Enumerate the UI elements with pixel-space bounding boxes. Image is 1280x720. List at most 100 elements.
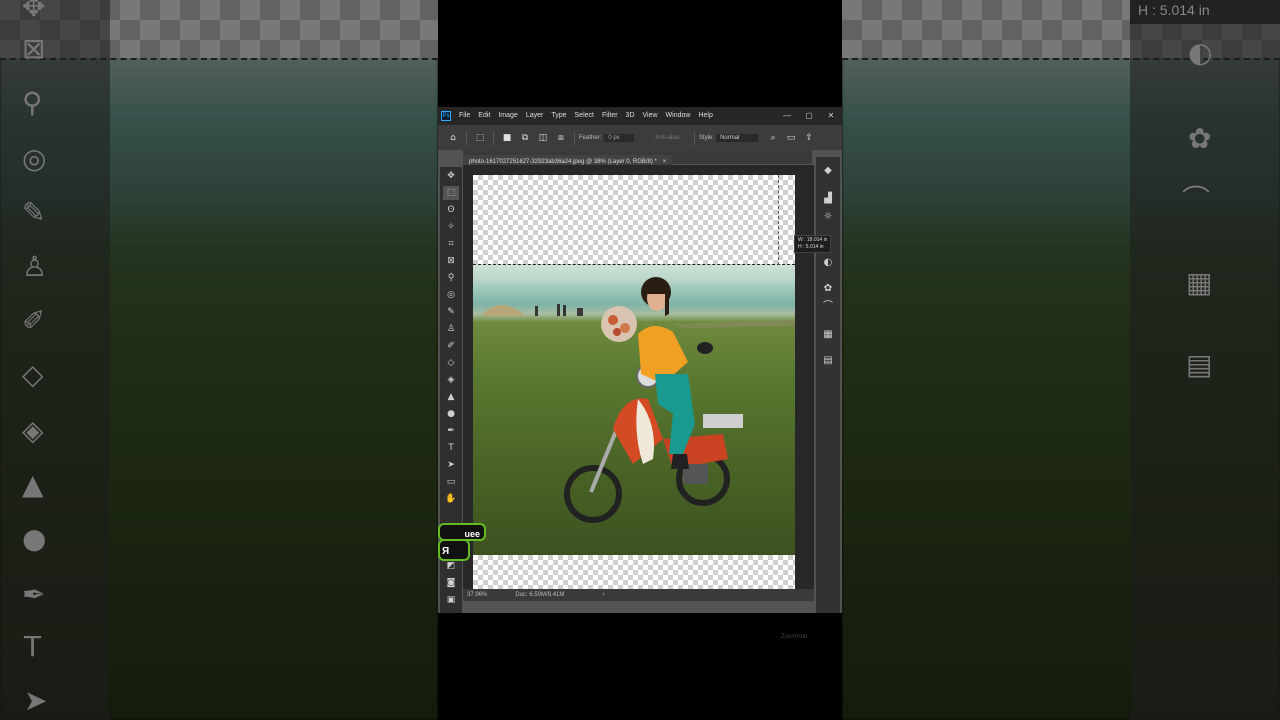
photoshop-logo: Ps: [441, 110, 451, 121]
patch-tool[interactable]: ◎: [443, 288, 459, 302]
antialias-checkbox[interactable]: Anti-alias: [655, 135, 680, 141]
search-icon[interactable]: ⌕: [766, 131, 780, 145]
doc-size: Doc: 6.50M/8.41M: [515, 592, 565, 598]
pen-tool[interactable]: ✒: [443, 424, 459, 438]
maximize-button[interactable]: ▢: [798, 111, 820, 120]
status-arrow-icon[interactable]: ›: [602, 592, 604, 598]
blur-tool[interactable]: ▲: [443, 390, 459, 404]
adjustments-icon[interactable]: ◐: [820, 255, 836, 271]
selection-marquee: [473, 264, 795, 265]
quick-select-tool[interactable]: ✧: [443, 220, 459, 234]
pen-icon: ✒: [22, 578, 46, 611]
selection-height: H : 5.014 in: [798, 244, 824, 250]
photo-scene: [481, 277, 795, 523]
feather-label: Feather:: [579, 134, 602, 141]
menubar: Ps File Edit Image Layer Type Select Fil…: [438, 107, 842, 124]
eyedropper-icon: ⚲: [22, 86, 43, 119]
stamp-tool[interactable]: ♙: [443, 322, 459, 336]
zoom-level[interactable]: 37.96%: [467, 592, 487, 598]
adjust-brightness-icon[interactable]: ☼: [820, 209, 836, 225]
background-left-blur: ✥ ⊠ ⚲ ◎ ✎ ♙ ✐ ◇ ◈ ▲ ● ✒ T ➤: [0, 0, 438, 720]
status-bar: 37.96% Doc: 6.50M/8.41M ›: [463, 589, 814, 601]
marquee-tool-preset-icon[interactable]: ⬚: [473, 131, 487, 145]
rect-marquee-tool[interactable]: ⬚: [443, 186, 459, 200]
paths-icon: ⌒: [1182, 183, 1211, 216]
blurred-toolbar: ✥ ⊠ ⚲ ◎ ✎ ♙ ✐ ◇ ◈ ▲ ● ✒ T ➤: [0, 0, 110, 720]
options-bar: ⌂ ⬚ ■ ⧉ ◫ ⧈ Feather: 0 px Anti-alias Sty…: [438, 124, 842, 150]
menu-file[interactable]: File: [455, 112, 474, 119]
triangle-icon: ▲: [22, 468, 44, 501]
menu-help[interactable]: Help: [694, 112, 716, 119]
patch-icon: ◎: [22, 142, 47, 175]
screen-mode-icon[interactable]: ▣: [443, 593, 459, 607]
path-select-tool[interactable]: ➤: [443, 458, 459, 472]
paths-icon[interactable]: ⌒: [820, 299, 836, 315]
history-brush-tool[interactable]: ✐: [443, 339, 459, 353]
libraries-icon[interactable]: ▤: [820, 353, 836, 369]
subtract-selection-icon[interactable]: ◫: [536, 131, 550, 145]
selection-width: W : 18.014 in: [798, 237, 828, 243]
intersect-selection-icon[interactable]: ⧈: [554, 131, 568, 145]
canvas-area[interactable]: 37.96% Doc: 6.50M/8.41M ›: [463, 165, 814, 601]
grid-icon[interactable]: ▦: [820, 327, 836, 343]
menu-filter[interactable]: Filter: [598, 112, 622, 119]
blurred-panel: ◐ ✿ ⌒ ▦ ▤: [1130, 0, 1280, 720]
menu-type[interactable]: Type: [547, 112, 570, 119]
selection-size-readout: W : 18.014 in H : 5.014 in: [794, 235, 832, 253]
hand-tool[interactable]: ✋: [443, 492, 459, 506]
brush-icon: ✎: [22, 196, 46, 229]
overlay-badge: uee Я: [438, 519, 490, 565]
menu-select[interactable]: Select: [571, 112, 598, 119]
menu-3d[interactable]: 3D: [622, 112, 639, 119]
blurred-size-readout: H : 5.014 in: [1130, 0, 1280, 24]
move-tool[interactable]: ✥: [443, 169, 459, 183]
workspace-icon[interactable]: ▭: [784, 131, 798, 145]
document-canvas[interactable]: [473, 175, 795, 594]
lasso-tool[interactable]: ʘ: [443, 203, 459, 217]
rectangle-tool[interactable]: ▭: [443, 475, 459, 489]
grid-icon: ▦: [1186, 266, 1213, 299]
photo-layer: [473, 264, 795, 555]
type-tool[interactable]: T: [443, 441, 459, 455]
frame-icon: ⊠: [22, 32, 46, 65]
close-button[interactable]: ✕: [820, 111, 842, 120]
add-selection-icon[interactable]: ⧉: [518, 131, 532, 145]
home-icon[interactable]: ⌂: [446, 131, 460, 145]
quick-mask-icon[interactable]: ◙: [443, 576, 459, 590]
channels-icon[interactable]: ✿: [820, 281, 836, 297]
menu-window[interactable]: Window: [662, 112, 695, 119]
style-select[interactable]: Normal: [716, 133, 759, 142]
panels-dock: ◆ ▟ ☼ ◐ ✿ ⌒ ▦ ▤: [816, 157, 840, 613]
history-brush-icon: ✐: [22, 304, 46, 337]
histogram-icon[interactable]: ▟: [820, 191, 836, 207]
brush-tool[interactable]: ✎: [443, 305, 459, 319]
style-label: Style:: [699, 134, 715, 141]
eraser-tool[interactable]: ◇: [443, 356, 459, 370]
menu-edit[interactable]: Edit: [474, 112, 494, 119]
menu-view[interactable]: View: [639, 112, 662, 119]
move-icon: ✥: [22, 0, 46, 23]
crop-tool[interactable]: ⌗: [443, 237, 459, 251]
frame-tool[interactable]: ⊠: [443, 254, 459, 268]
background-right-blur: ◐ ✿ ⌒ ▦ ▤ H : 5.014 in: [842, 0, 1280, 720]
adjustments-icon: ◐: [1188, 36, 1213, 69]
paint-bucket-icon: ◈: [22, 414, 44, 447]
watermark: ZoomHub: [781, 634, 808, 640]
paint-bucket-tool[interactable]: ◈: [443, 373, 459, 387]
share-icon[interactable]: ⇪: [802, 131, 816, 145]
new-selection-icon[interactable]: ■: [500, 131, 514, 145]
channels-icon: ✿: [1188, 122, 1212, 155]
window-controls: — ▢ ✕: [776, 111, 842, 120]
transparent-top: [473, 175, 795, 265]
minimize-button[interactable]: —: [776, 111, 798, 120]
layers-icon[interactable]: ◆: [820, 163, 836, 179]
dodge-icon: ●: [22, 522, 47, 555]
eyedropper-tool[interactable]: ⚲: [443, 271, 459, 285]
path-select-icon: ➤: [24, 684, 48, 717]
feather-input[interactable]: 0 px: [604, 133, 635, 142]
selection-edge: [778, 175, 779, 265]
dodge-tool[interactable]: ●: [443, 407, 459, 421]
photoshop-window: Ps File Edit Image Layer Type Select Fil…: [438, 107, 842, 613]
menu-image[interactable]: Image: [494, 112, 521, 119]
menu-layer[interactable]: Layer: [522, 112, 548, 119]
